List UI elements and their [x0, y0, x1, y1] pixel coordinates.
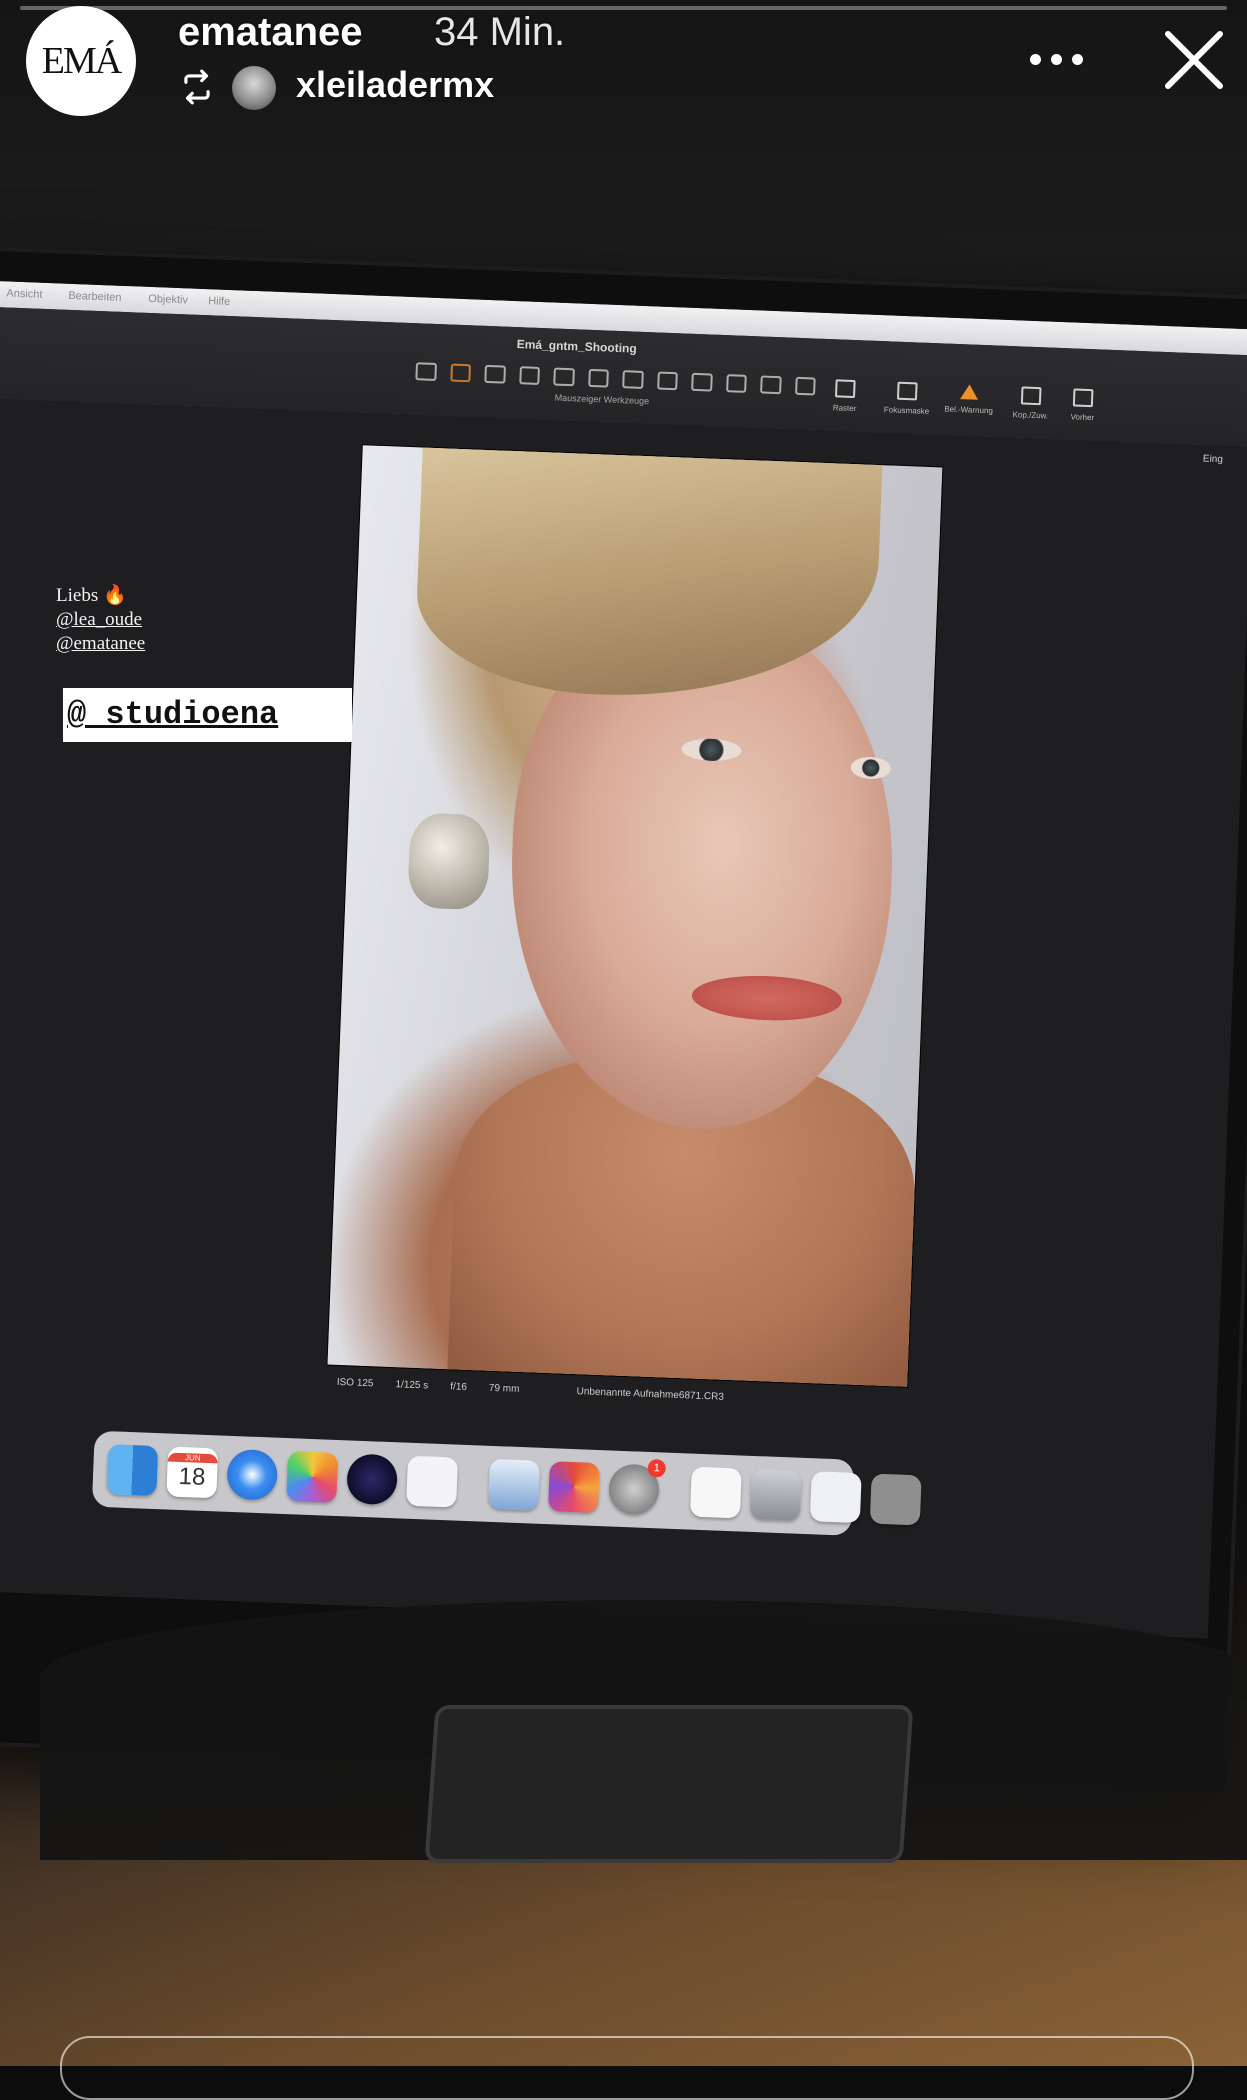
cursor-tools: [415, 361, 816, 396]
warning-icon: [960, 384, 979, 400]
safari-icon[interactable]: [226, 1448, 279, 1501]
menu-item[interactable]: Hilfe: [208, 295, 230, 308]
capture-one-icon[interactable]: [346, 1453, 399, 1506]
zoom-tool-icon[interactable]: [484, 364, 506, 384]
more-dot: [1051, 54, 1062, 65]
copy-apply-label: Kop./Zuw.: [1012, 410, 1049, 421]
more-dot: [1072, 54, 1083, 65]
close-icon[interactable]: [1158, 24, 1230, 96]
dock-separator: [673, 1466, 676, 1515]
menu-item[interactable]: Ansicht: [6, 287, 43, 300]
system-settings-icon[interactable]: 1: [607, 1458, 667, 1516]
credits-line: Liebs 🔥: [56, 585, 127, 606]
keystone-tool-icon[interactable]: [587, 368, 609, 388]
crop-tool-icon[interactable]: [518, 366, 540, 385]
copy-apply-icon: [1020, 386, 1042, 406]
photos-icon[interactable]: [286, 1451, 339, 1503]
preview-icon[interactable]: [488, 1458, 540, 1511]
aperture-value: f/16: [450, 1381, 468, 1393]
picker-tool-icon[interactable]: [794, 376, 816, 396]
story-timestamp: 34 Min.: [434, 10, 566, 54]
focus-mask-label: Fokusmaske: [883, 405, 930, 416]
story-username[interactable]: ematanee: [178, 10, 363, 55]
document-title: Emá_gntm_Shooting: [516, 337, 637, 356]
panel-edge-label: Eing: [1202, 453, 1224, 466]
mention-tag-text: @_studioena: [67, 696, 279, 733]
freeform-icon[interactable]: [406, 1455, 459, 1508]
edited-portrait-photo[interactable]: [327, 445, 943, 1387]
brush-tool-icon[interactable]: [622, 370, 644, 389]
copy-apply-button[interactable]: Kop./Zuw.: [1002, 386, 1059, 421]
avatar[interactable]: EMÁ: [26, 6, 136, 116]
heal-tool-icon[interactable]: [725, 374, 747, 393]
menu-item[interactable]: Objektiv: [148, 293, 188, 307]
pointer-tool-icon[interactable]: [415, 362, 437, 381]
avatar-logo-text: EMÁ: [41, 40, 122, 82]
focal-length-value: 79 mm: [488, 1382, 520, 1395]
gradient-tool-icon[interactable]: [691, 372, 713, 392]
mention-lea-oude[interactable]: @lea_oude: [56, 608, 145, 632]
before-after-icon: [1072, 388, 1094, 408]
before-after-label: Vorher: [1070, 412, 1095, 423]
drawing-tablet: [424, 1705, 914, 1863]
grid-label: Raster: [832, 403, 857, 414]
grid-button[interactable]: Raster: [816, 379, 873, 414]
reply-input[interactable]: [60, 2036, 1194, 2100]
repost-icon: [184, 69, 210, 105]
pan-tool-icon[interactable]: [449, 363, 471, 383]
notification-badge: 1: [647, 1458, 667, 1478]
focus-mask-button[interactable]: Fokusmaske: [878, 381, 935, 416]
calendar-icon[interactable]: JUN 18: [166, 1446, 219, 1499]
exposure-warning-button[interactable]: Bel.-Warnung: [940, 383, 997, 415]
trash-icon[interactable]: [869, 1473, 922, 1526]
monitor-screen: Ansicht Bearbeiten Objektiv Hilfe Emá_gn…: [0, 281, 1247, 1639]
creative-cloud-icon[interactable]: [548, 1461, 600, 1514]
before-after-button[interactable]: Vorher: [1054, 388, 1111, 423]
reposted-username[interactable]: xleiladermx: [296, 64, 494, 106]
shutter-value: 1/125 s: [395, 1379, 429, 1392]
portrait-earring: [407, 812, 491, 911]
mention-ematanee[interactable]: @ematanee: [56, 632, 145, 656]
focus-mask-icon: [896, 381, 918, 401]
downloads-icon[interactable]: [749, 1468, 802, 1521]
grid-icon: [834, 379, 856, 399]
monitor: Ansicht Bearbeiten Objektiv Hilfe Emá_gn…: [0, 250, 1247, 1790]
credits-sticker: Liebs 🔥 @lea_oude @ematanee: [56, 584, 145, 656]
document-icon[interactable]: [689, 1466, 742, 1519]
dock-separator: [472, 1459, 474, 1508]
clone-tool-icon[interactable]: [760, 375, 782, 395]
more-dot: [1030, 54, 1041, 65]
tool-caption: Mauszeiger Werkzeuge: [554, 392, 650, 407]
exposure-warning-label: Bel.-Warnung: [944, 404, 994, 416]
calendar-day: 18: [178, 1462, 206, 1491]
mention-tag-sticker[interactable]: @_studioena: [63, 688, 352, 742]
rotate-tool-icon[interactable]: [553, 367, 575, 387]
menu-item[interactable]: Bearbeiten: [68, 290, 122, 304]
more-options-icon[interactable]: [1030, 54, 1090, 68]
finder-icon[interactable]: [106, 1444, 159, 1497]
eraser-tool-icon[interactable]: [656, 371, 678, 391]
iso-value: ISO 125: [336, 1376, 374, 1390]
folder-icon[interactable]: [809, 1471, 862, 1524]
reposter-avatar[interactable]: [232, 66, 276, 110]
